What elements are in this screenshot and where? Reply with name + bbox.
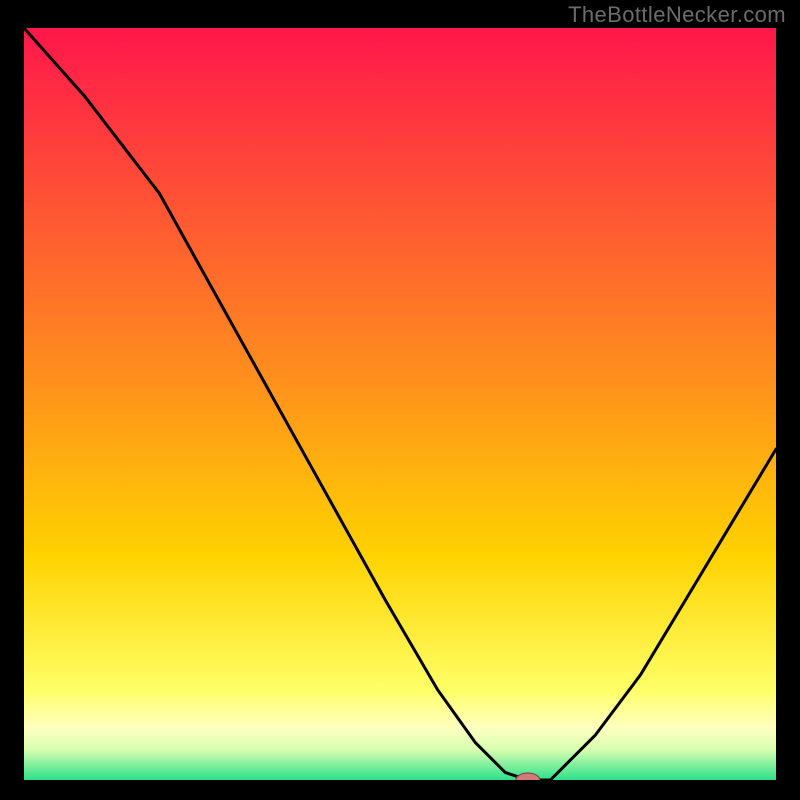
chart-container: TheBottleNecker.com bbox=[0, 0, 800, 800]
gradient-background bbox=[24, 28, 776, 780]
bottleneck-chart bbox=[24, 28, 776, 780]
watermark-text: TheBottleNecker.com bbox=[568, 2, 786, 28]
